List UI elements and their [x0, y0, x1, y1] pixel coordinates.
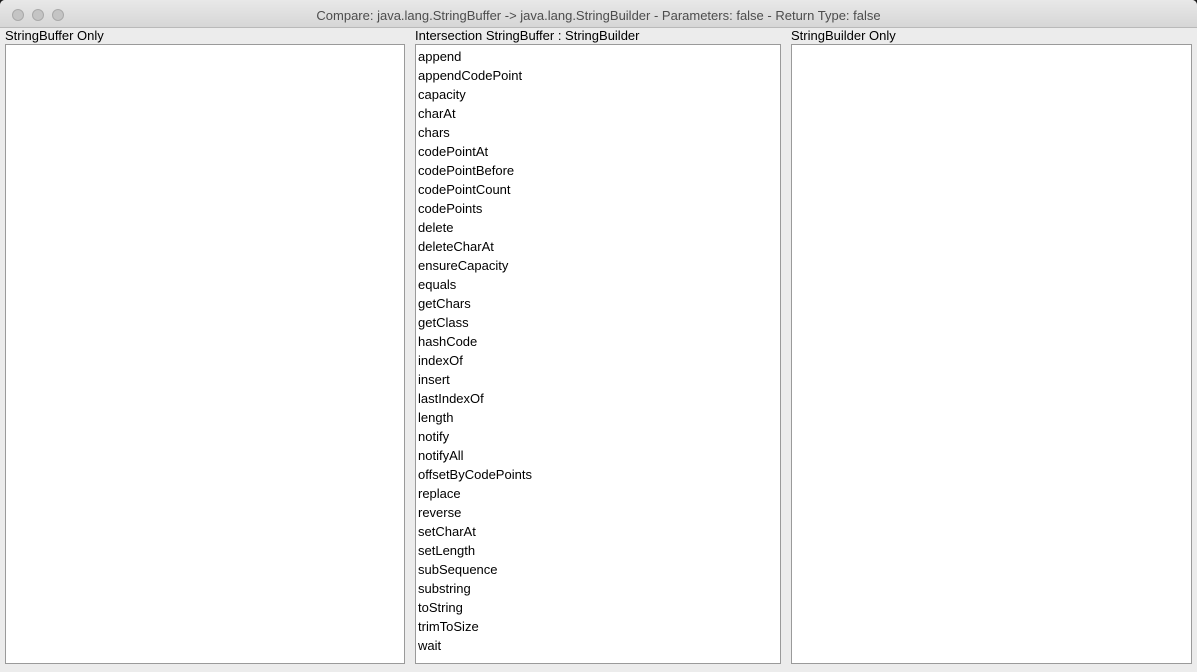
list-item[interactable]: ensureCapacity [418, 256, 780, 275]
list-item[interactable]: wait [418, 636, 780, 655]
list-item[interactable]: setLength [418, 541, 780, 560]
list-item[interactable]: lastIndexOf [418, 389, 780, 408]
list-item[interactable]: reverse [418, 503, 780, 522]
stringbuilder-only-items [792, 45, 1191, 47]
list-item[interactable]: codePointBefore [418, 161, 780, 180]
list-item[interactable]: codePointCount [418, 180, 780, 199]
list-item[interactable]: indexOf [418, 351, 780, 370]
intersection-label: Intersection StringBuffer : StringBuilde… [415, 28, 640, 43]
list-item[interactable]: subSequence [418, 560, 780, 579]
list-item[interactable]: delete [418, 218, 780, 237]
list-item[interactable]: getChars [418, 294, 780, 313]
intersection-list[interactable]: append appendCodePoint capacity charAt chars… [415, 44, 781, 664]
list-item[interactable]: codePoints [418, 199, 780, 218]
list-item[interactable]: getClass [418, 313, 780, 332]
list-item[interactable]: trimToSize [418, 617, 780, 636]
stringbuilder-only-label: StringBuilder Only [791, 28, 896, 43]
list-item[interactable]: length [418, 408, 780, 427]
compare-window: Compare: java.lang.StringBuffer -> java.… [0, 0, 1197, 672]
stringbuffer-only-label: StringBuffer Only [5, 28, 104, 43]
list-item[interactable]: toString [418, 598, 780, 617]
list-item[interactable]: notifyAll [418, 446, 780, 465]
stringbuffer-only-list[interactable] [5, 44, 405, 664]
list-item[interactable]: codePointAt [418, 142, 780, 161]
intersection-items: append appendCodePoint capacity charAt chars… [416, 45, 780, 655]
list-item[interactable]: replace [418, 484, 780, 503]
compare-content: StringBuffer Only Intersection StringBuf… [0, 28, 1197, 672]
list-item[interactable]: equals [418, 275, 780, 294]
list-item[interactable]: substring [418, 579, 780, 598]
list-item[interactable]: appendCodePoint [418, 66, 780, 85]
list-item[interactable]: hashCode [418, 332, 780, 351]
title-bar[interactable]: Compare: java.lang.StringBuffer -> java.… [0, 0, 1197, 28]
list-item[interactable]: setCharAt [418, 522, 780, 541]
stringbuilder-only-list[interactable] [791, 44, 1192, 664]
list-item[interactable]: notify [418, 427, 780, 446]
window-title: Compare: java.lang.StringBuffer -> java.… [316, 8, 881, 23]
list-item[interactable]: insert [418, 370, 780, 389]
stringbuffer-only-items [6, 45, 404, 47]
list-item[interactable]: offsetByCodePoints [418, 465, 780, 484]
list-item[interactable]: charAt [418, 104, 780, 123]
list-item[interactable]: capacity [418, 85, 780, 104]
list-item[interactable]: chars [418, 123, 780, 142]
list-item[interactable]: deleteCharAt [418, 237, 780, 256]
list-item[interactable]: append [418, 47, 780, 66]
